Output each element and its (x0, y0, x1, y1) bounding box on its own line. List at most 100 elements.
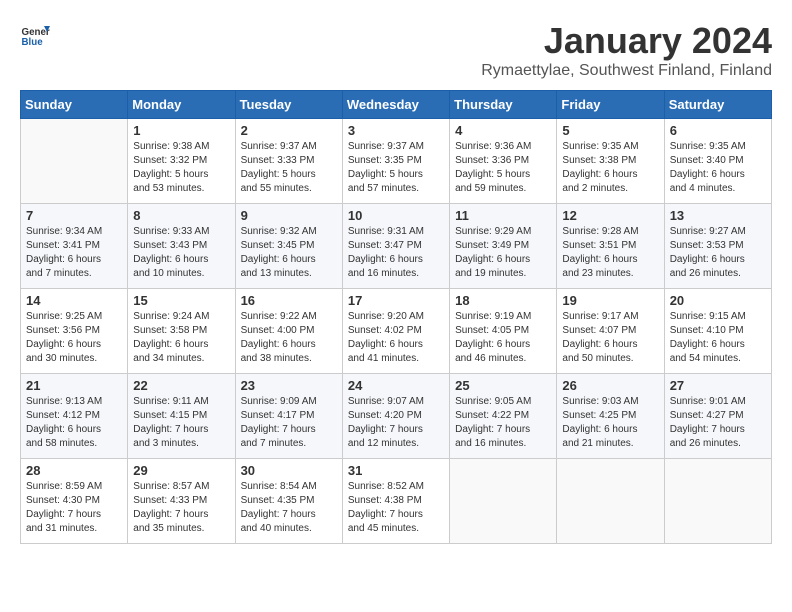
day-number: 14 (26, 293, 122, 308)
day-number: 26 (562, 378, 658, 393)
day-info: Sunrise: 9:27 AM Sunset: 3:53 PM Dayligh… (670, 225, 766, 281)
day-number: 12 (562, 208, 658, 223)
calendar-body: 1Sunrise: 9:38 AM Sunset: 3:32 PM Daylig… (21, 119, 772, 544)
day-info: Sunrise: 9:38 AM Sunset: 3:32 PM Dayligh… (133, 140, 229, 196)
day-number: 28 (26, 463, 122, 478)
day-number: 20 (670, 293, 766, 308)
weekday-header-cell: Sunday (21, 91, 128, 119)
calendar-cell (664, 459, 771, 544)
month-title: January 2024 (481, 20, 772, 62)
day-number: 19 (562, 293, 658, 308)
day-info: Sunrise: 8:52 AM Sunset: 4:38 PM Dayligh… (348, 480, 444, 536)
calendar-cell (557, 459, 664, 544)
logo-icon: General Blue (20, 20, 50, 50)
calendar-cell: 18Sunrise: 9:19 AM Sunset: 4:05 PM Dayli… (450, 289, 557, 374)
calendar-cell: 26 Sunrise: 9:03 AM Sunset: 4:25 PM Dayli… (557, 374, 664, 459)
calendar-cell: 27Sunrise: 9:01 AM Sunset: 4:27 PM Dayli… (664, 374, 771, 459)
calendar-week-row: 21 Sunrise: 9:13 AM Sunset: 4:12 PM Dayli… (21, 374, 772, 459)
day-info: Sunrise: 9:09 AM Sunset: 4:17 PM Dayligh… (241, 395, 337, 451)
svg-text:Blue: Blue (22, 37, 44, 48)
day-number: 4 (455, 123, 551, 138)
calendar-cell: 25 Sunrise: 9:05 AM Sunset: 4:22 PM Dayli… (450, 374, 557, 459)
calendar-cell: 5 Sunrise: 9:35 AM Sunset: 3:38 PM Daylig… (557, 119, 664, 204)
day-info: Sunrise: 9:25 AM Sunset: 3:56 PM Dayligh… (26, 310, 122, 366)
calendar-cell (450, 459, 557, 544)
calendar-cell: 12Sunrise: 9:28 AM Sunset: 3:51 PM Dayli… (557, 204, 664, 289)
calendar-cell: 4 Sunrise: 9:36 AM Sunset: 3:36 PM Daylig… (450, 119, 557, 204)
page-header: General Blue January 2024 Rymaettylae, S… (20, 20, 772, 80)
day-info: Sunrise: 8:59 AM Sunset: 4:30 PM Dayligh… (26, 480, 122, 536)
day-info: Sunrise: 9:24 AM Sunset: 3:58 PM Dayligh… (133, 310, 229, 366)
day-number: 31 (348, 463, 444, 478)
day-info: Sunrise: 9:35 AM Sunset: 3:38 PM Dayligh… (562, 140, 658, 196)
day-number: 22 (133, 378, 229, 393)
day-info: Sunrise: 9:15 AM Sunset: 4:10 PM Dayligh… (670, 310, 766, 366)
calendar-cell: 9 Sunrise: 9:32 AM Sunset: 3:45 PM Daylig… (235, 204, 342, 289)
day-info: Sunrise: 8:57 AM Sunset: 4:33 PM Dayligh… (133, 480, 229, 536)
day-info: Sunrise: 9:22 AM Sunset: 4:00 PM Dayligh… (241, 310, 337, 366)
day-info: Sunrise: 9:07 AM Sunset: 4:20 PM Dayligh… (348, 395, 444, 451)
day-info: Sunrise: 9:03 AM Sunset: 4:25 PM Dayligh… (562, 395, 658, 451)
calendar-cell: 15 Sunrise: 9:24 AM Sunset: 3:58 PM Dayli… (128, 289, 235, 374)
calendar-week-row: 28 Sunrise: 8:59 AM Sunset: 4:30 PM Dayli… (21, 459, 772, 544)
calendar-cell: 13 Sunrise: 9:27 AM Sunset: 3:53 PM Dayli… (664, 204, 771, 289)
day-info: Sunrise: 9:32 AM Sunset: 3:45 PM Dayligh… (241, 225, 337, 281)
calendar-cell: 8 Sunrise: 9:33 AM Sunset: 3:43 PM Daylig… (128, 204, 235, 289)
day-info: Sunrise: 9:35 AM Sunset: 3:40 PM Dayligh… (670, 140, 766, 196)
calendar-cell: 3 Sunrise: 9:37 AM Sunset: 3:35 PM Daylig… (342, 119, 449, 204)
calendar-cell: 24Sunrise: 9:07 AM Sunset: 4:20 PM Dayli… (342, 374, 449, 459)
calendar-cell: 31 Sunrise: 8:52 AM Sunset: 4:38 PM Dayli… (342, 459, 449, 544)
weekday-header-cell: Friday (557, 91, 664, 119)
day-number: 7 (26, 208, 122, 223)
weekday-header-cell: Monday (128, 91, 235, 119)
calendar-cell: 22Sunrise: 9:11 AM Sunset: 4:15 PM Dayli… (128, 374, 235, 459)
calendar-cell: 14 Sunrise: 9:25 AM Sunset: 3:56 PM Dayli… (21, 289, 128, 374)
day-number: 23 (241, 378, 337, 393)
calendar-week-row: 14 Sunrise: 9:25 AM Sunset: 3:56 PM Dayli… (21, 289, 772, 374)
day-number: 9 (241, 208, 337, 223)
calendar-cell (21, 119, 128, 204)
day-number: 29 (133, 463, 229, 478)
day-info: Sunrise: 9:37 AM Sunset: 3:35 PM Dayligh… (348, 140, 444, 196)
day-number: 25 (455, 378, 551, 393)
calendar-cell: 21 Sunrise: 9:13 AM Sunset: 4:12 PM Dayli… (21, 374, 128, 459)
calendar-cell: 2 Sunrise: 9:37 AM Sunset: 3:33 PM Daylig… (235, 119, 342, 204)
day-number: 27 (670, 378, 766, 393)
day-number: 16 (241, 293, 337, 308)
day-number: 18 (455, 293, 551, 308)
day-info: Sunrise: 9:17 AM Sunset: 4:07 PM Dayligh… (562, 310, 658, 366)
day-number: 5 (562, 123, 658, 138)
day-number: 3 (348, 123, 444, 138)
location-title: Rymaettylae, Southwest Finland, Finland (481, 62, 772, 80)
calendar-cell: 19 Sunrise: 9:17 AM Sunset: 4:07 PM Dayli… (557, 289, 664, 374)
day-number: 10 (348, 208, 444, 223)
weekday-header-cell: Wednesday (342, 91, 449, 119)
calendar-cell: 28 Sunrise: 8:59 AM Sunset: 4:30 PM Dayli… (21, 459, 128, 544)
day-number: 8 (133, 208, 229, 223)
day-info: Sunrise: 8:54 AM Sunset: 4:35 PM Dayligh… (241, 480, 337, 536)
day-number: 11 (455, 208, 551, 223)
calendar-cell: 10 Sunrise: 9:31 AM Sunset: 3:47 PM Dayli… (342, 204, 449, 289)
day-number: 30 (241, 463, 337, 478)
day-info: Sunrise: 9:31 AM Sunset: 3:47 PM Dayligh… (348, 225, 444, 281)
calendar-cell: 17Sunrise: 9:20 AM Sunset: 4:02 PM Dayli… (342, 289, 449, 374)
day-info: Sunrise: 9:33 AM Sunset: 3:43 PM Dayligh… (133, 225, 229, 281)
calendar-week-row: 1Sunrise: 9:38 AM Sunset: 3:32 PM Daylig… (21, 119, 772, 204)
calendar-cell: 1Sunrise: 9:38 AM Sunset: 3:32 PM Daylig… (128, 119, 235, 204)
day-number: 13 (670, 208, 766, 223)
day-info: Sunrise: 9:29 AM Sunset: 3:49 PM Dayligh… (455, 225, 551, 281)
day-info: Sunrise: 9:05 AM Sunset: 4:22 PM Dayligh… (455, 395, 551, 451)
day-info: Sunrise: 9:13 AM Sunset: 4:12 PM Dayligh… (26, 395, 122, 451)
day-number: 2 (241, 123, 337, 138)
day-info: Sunrise: 9:36 AM Sunset: 3:36 PM Dayligh… (455, 140, 551, 196)
day-number: 17 (348, 293, 444, 308)
day-number: 15 (133, 293, 229, 308)
day-number: 6 (670, 123, 766, 138)
calendar-week-row: 7Sunrise: 9:34 AM Sunset: 3:41 PM Daylig… (21, 204, 772, 289)
day-info: Sunrise: 9:37 AM Sunset: 3:33 PM Dayligh… (241, 140, 337, 196)
weekday-header-row: SundayMondayTuesdayWednesdayThursdayFrid… (21, 91, 772, 119)
calendar-cell: 16 Sunrise: 9:22 AM Sunset: 4:00 PM Dayli… (235, 289, 342, 374)
calendar-cell: 29 Sunrise: 8:57 AM Sunset: 4:33 PM Dayli… (128, 459, 235, 544)
day-number: 21 (26, 378, 122, 393)
weekday-header-cell: Saturday (664, 91, 771, 119)
